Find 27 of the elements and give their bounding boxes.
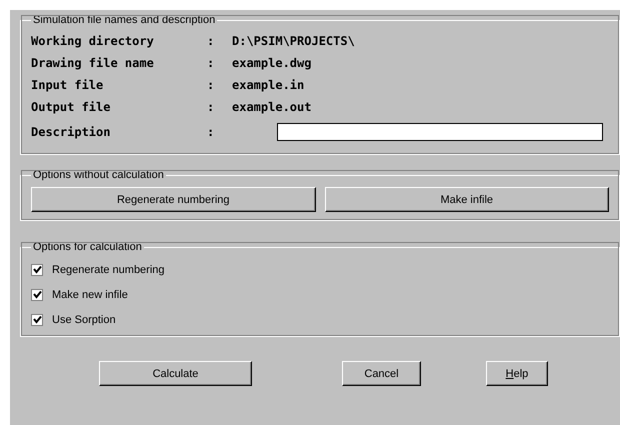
colon: : xyxy=(207,56,216,70)
dialog-button[interactable]: Cancel xyxy=(342,361,421,386)
checkbox-label: Use Sorption xyxy=(52,314,116,326)
field-label: Output file xyxy=(31,100,112,114)
colon: : xyxy=(207,125,216,139)
checkbox-label: Make new infile xyxy=(52,288,128,300)
checkbox-label: Regenerate numbering xyxy=(52,264,165,276)
dialog-button[interactable]: Help xyxy=(486,361,548,386)
checkbox[interactable] xyxy=(31,264,43,276)
field-value: D:\PSIM\PROJECTS\ xyxy=(232,34,355,48)
action-button[interactable]: Make infile xyxy=(324,187,609,212)
colon: : xyxy=(207,100,216,114)
field-label: Description xyxy=(31,125,112,139)
dialog-button[interactable]: Calculate xyxy=(99,361,252,386)
field-value: example.out xyxy=(232,100,312,114)
field-label: Drawing file name xyxy=(31,56,155,70)
checkbox[interactable] xyxy=(31,288,43,300)
description-field[interactable] xyxy=(277,123,603,141)
field-label: Working directory xyxy=(31,34,155,48)
group-title: Options without calculation xyxy=(32,169,165,181)
field-label: Input file xyxy=(31,78,104,92)
field-value: example.in xyxy=(232,78,304,92)
colon: : xyxy=(207,34,216,48)
field-value: example.dwg xyxy=(232,56,312,70)
colon: : xyxy=(207,78,216,92)
checkbox[interactable] xyxy=(31,314,43,326)
action-button[interactable]: Regenerate numbering xyxy=(31,187,316,212)
